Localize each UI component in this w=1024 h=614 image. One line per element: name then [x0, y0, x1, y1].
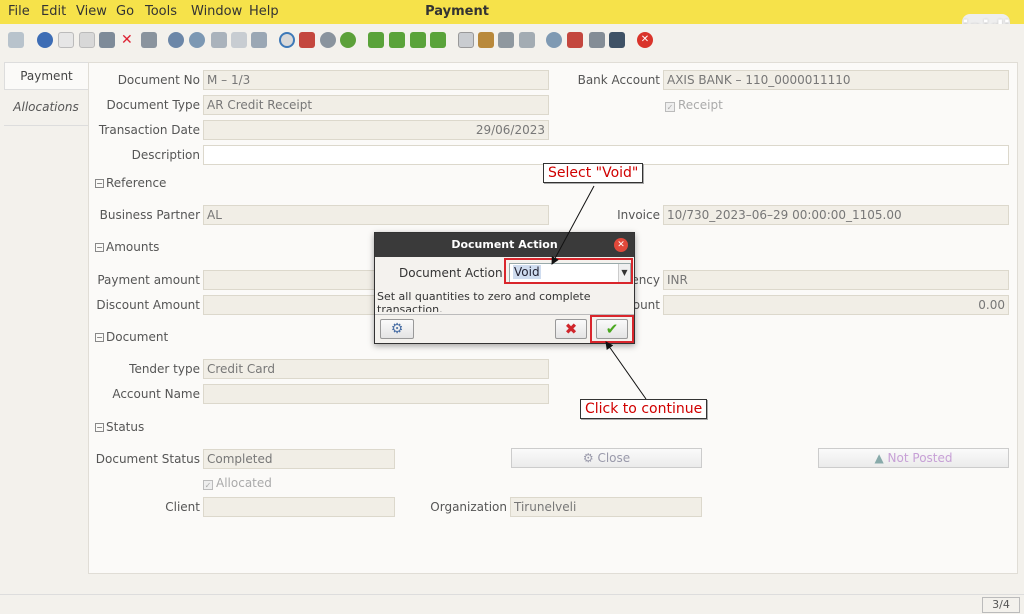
- annotation-arrows: [551, 185, 647, 400]
- click-continue-callout: Click to continue: [580, 399, 708, 419]
- select-void-callout: Select "Void": [543, 163, 644, 183]
- arrow-to-ok: [605, 341, 647, 400]
- arrow-to-select: [551, 185, 595, 265]
